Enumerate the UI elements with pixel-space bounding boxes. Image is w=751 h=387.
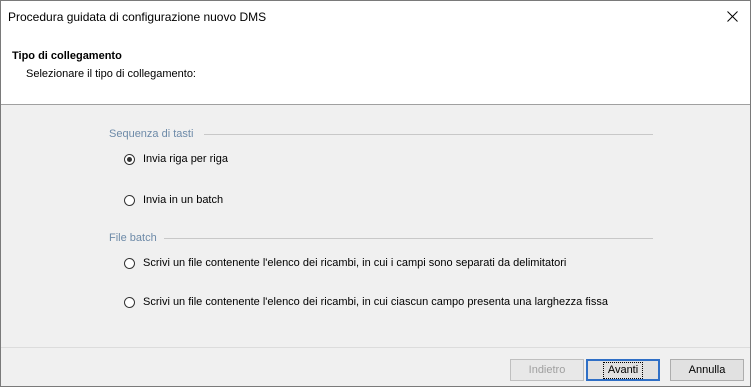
radio-label: Invia in un batch (143, 194, 224, 206)
back-button-label: Indietro (528, 364, 566, 376)
next-button[interactable]: Avanti (586, 359, 660, 381)
window-title: Procedura guidata di configurazione nuov… (8, 10, 267, 24)
radio-button[interactable] (124, 195, 135, 206)
cancel-button-label: Annulla (688, 364, 726, 376)
back-button[interactable]: Indietro (510, 359, 584, 381)
group-label-keystroke: Sequenza di tasti (109, 128, 194, 140)
wizard-footer: Indietro Avanti Annulla (1, 347, 750, 386)
title-bar: Procedura guidata di configurazione nuov… (1, 1, 750, 31)
group-divider-batch-file (164, 238, 653, 239)
page-title: Tipo di collegamento (12, 50, 122, 62)
radio-label: Scrivi un file contenente l'elenco dei r… (143, 296, 608, 308)
radio-delimited-file[interactable]: Scrivi un file contenente l'elenco dei r… (124, 257, 623, 270)
radio-label: Scrivi un file contenente l'elenco dei r… (143, 257, 567, 269)
page-subtitle: Selezionare il tipo di collegamento: (26, 68, 196, 80)
wizard-header: Tipo di collegamento Selezionare il tipo… (1, 31, 750, 105)
wizard-window: Procedura guidata di configurazione nuov… (0, 0, 751, 387)
radio-button[interactable] (124, 258, 135, 269)
group-label-batch-file: File batch (109, 232, 157, 244)
cancel-button[interactable]: Annulla (670, 359, 744, 381)
radio-fixed-width-file[interactable]: Scrivi un file contenente l'elenco dei r… (124, 296, 623, 309)
next-button-label: Avanti (602, 361, 644, 379)
wizard-content: Sequenza di tasti Invia riga per riga In… (1, 105, 750, 347)
radio-label: Invia riga per riga (143, 153, 228, 165)
close-button[interactable] (714, 1, 750, 31)
radio-button[interactable] (124, 297, 135, 308)
radio-send-line-by-line[interactable]: Invia riga per riga (124, 153, 228, 166)
radio-send-in-batch[interactable]: Invia in un batch (124, 194, 223, 207)
close-icon (726, 10, 738, 22)
radio-button-checked[interactable] (124, 154, 135, 165)
group-divider-keystroke (204, 134, 653, 135)
